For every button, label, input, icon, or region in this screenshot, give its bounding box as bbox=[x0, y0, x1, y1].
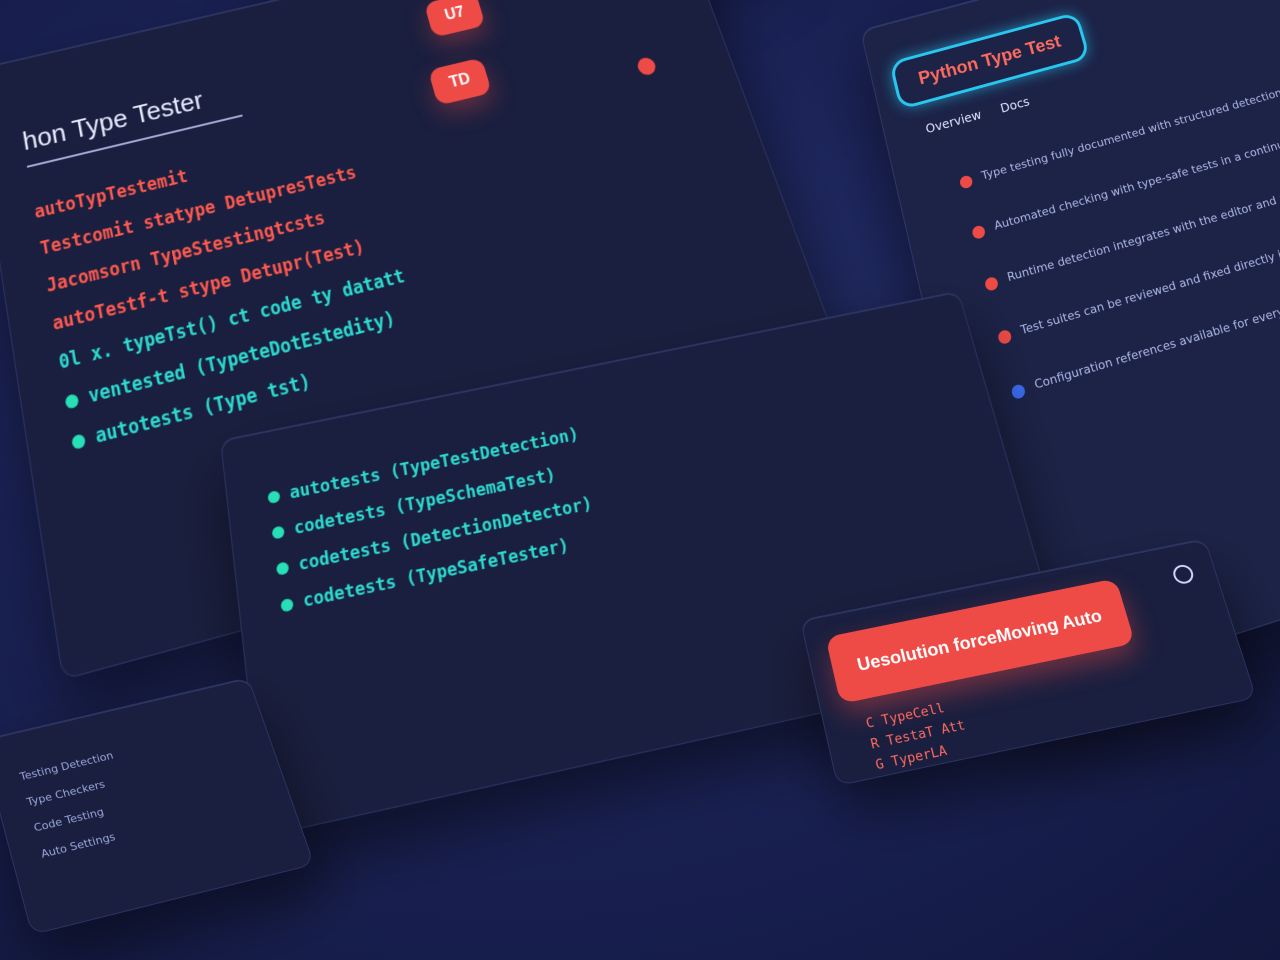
breakpoint-icon[interactable] bbox=[267, 490, 280, 504]
breakpoint-icon[interactable] bbox=[71, 433, 86, 450]
list-item[interactable]: Type testing fully documented with struc… bbox=[958, 63, 1280, 190]
tab-overview[interactable]: Overview bbox=[924, 108, 983, 137]
bullet-icon bbox=[1010, 383, 1026, 400]
breakpoint-icon[interactable] bbox=[276, 561, 290, 576]
bullet-icon bbox=[959, 174, 974, 189]
bullet-icon bbox=[997, 329, 1013, 346]
error-badge[interactable]: U7 bbox=[424, 0, 486, 38]
bullet-icon bbox=[984, 276, 999, 292]
scene: Python Type Test Overview Docs Type test… bbox=[0, 0, 1280, 960]
options-icon[interactable] bbox=[1171, 563, 1196, 585]
tab-docs[interactable]: Docs bbox=[999, 95, 1031, 116]
bullet-icon bbox=[971, 224, 986, 240]
docs-logo[interactable]: Python Type Test bbox=[889, 12, 1091, 111]
docs-tabs: Overview Docs bbox=[924, 95, 1031, 137]
mini-item[interactable]: Auto Settings bbox=[40, 825, 139, 861]
breakpoint-icon[interactable] bbox=[280, 598, 294, 613]
list-item-text: Configuration references available for e… bbox=[1033, 290, 1280, 392]
breakpoint-icon[interactable] bbox=[65, 393, 80, 410]
docs-list: Type testing fully documented with struc… bbox=[958, 63, 1280, 441]
mini-list: Testing Detection Type Checkers Code Tes… bbox=[18, 749, 142, 874]
tag-list: C TypeCell R TestaT Att G TyperLA bbox=[865, 698, 974, 779]
breakpoint-icon[interactable] bbox=[272, 525, 285, 539]
